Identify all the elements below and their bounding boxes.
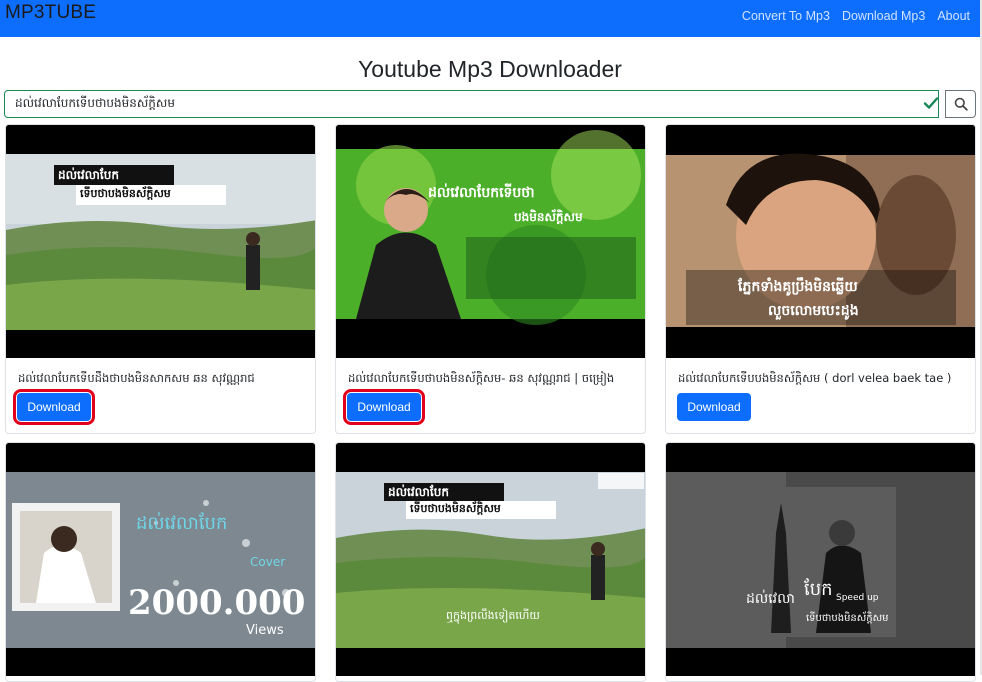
search-button[interactable]	[945, 90, 976, 118]
video-thumbnail[interactable]: ដល់វេលាបែកទើបថា បងមិនស័ក្ដិសម	[336, 125, 645, 358]
check-icon	[923, 97, 939, 109]
thumbnail-caption: ទើបថាបងមិនស័ក្ដិសម	[80, 187, 171, 200]
video-title: ដល់វេលាបែកទើបដឹងថាបងមិនសាកសម ឆន សុវណ្ណរា…	[18, 371, 255, 385]
video-card: ភ្នែកទាំងគូប្រឹងមិនឆ្លើយ លួចលោមបេះដូង ដល…	[665, 124, 976, 434]
video-card: ដល់វេលាបែក Cover 2000.000 Views	[5, 442, 316, 682]
nav-link-about[interactable]: About	[937, 9, 970, 23]
thumbnail-caption: ភ្នែកទាំងគូប្រឹងមិនឆ្លើយ	[738, 279, 858, 295]
navbar: MP3TUBE Convert To Mp3 Download Mp3 Abou…	[0, 0, 980, 37]
thumbnail-caption: ដល់វេលាបែក	[58, 168, 119, 182]
thumbnail-caption: បែក	[804, 579, 833, 600]
thumbnail-caption: បងមិនស័ក្ដិសម	[514, 210, 583, 224]
nav-links: Convert To Mp3 Download Mp3 About	[742, 9, 970, 23]
download-button[interactable]: Download	[677, 393, 751, 421]
thumbnail-caption: ដល់វេលាបែក	[388, 485, 449, 499]
video-card: ដល់វេលា បែក Speed up ទើបថាបងមិនស័ក្ដិសម	[665, 442, 976, 682]
thumbnail-caption: ដល់វេលាបែក	[136, 513, 228, 534]
thumbnail-caption: លួចលោមបេះដូង	[768, 303, 859, 319]
video-title: ដល់វេលាបែកទើបថាបងមិនស័ក្ដិសម- ឆន សុវណ្ណរ…	[348, 371, 615, 385]
thumbnail-caption: Views	[246, 623, 284, 638]
thumbnail-caption: ទើបថាបងមិនស័ក្ដិសម	[806, 613, 889, 624]
video-thumbnail[interactable]: ដល់វេលាបែក ទើបថាបងមិនស័ក្ដិសម	[6, 125, 315, 358]
page-title: Youtube Mp3 Downloader	[358, 56, 622, 82]
download-button[interactable]: Download	[13, 389, 95, 425]
thumbnail-caption: 2000.000	[128, 583, 306, 623]
video-card: ដល់វេលាបែកទើបថា បងមិនស័ក្ដិសម ដល់វេលាបែក…	[335, 124, 646, 434]
video-thumbnail[interactable]: ភ្នែកទាំងគូប្រឹងមិនឆ្លើយ លួចលោមបេះដូង	[666, 125, 975, 358]
search-input[interactable]	[4, 90, 939, 118]
nav-link-convert-to-mp3[interactable]: Convert To Mp3	[742, 9, 830, 23]
video-card: ដល់វេលាបែក ទើបថាបងមិនស័ក្ដិសម ឮក្នុងព្រល…	[335, 442, 646, 682]
thumbnail-caption: ដល់វេលា	[746, 591, 795, 607]
thumbnail-caption: ដល់វេលាបែកទើបថា	[428, 185, 535, 201]
nav-link-download-mp3[interactable]: Download Mp3	[842, 9, 925, 23]
thumbnail-caption: Speed up	[836, 593, 879, 603]
search-icon	[954, 97, 968, 111]
thumbnail-image	[336, 443, 645, 676]
thumbnail-image	[6, 125, 315, 358]
brand-logo[interactable]: MP3TUBE	[5, 2, 96, 24]
thumbnail-caption: ទើបថាបងមិនស័ក្ដិសម	[410, 502, 501, 515]
thumbnail-image	[666, 443, 975, 676]
thumbnail-caption: ឮក្នុងព្រលឹងទៀតហើយ	[446, 609, 540, 622]
video-thumbnail[interactable]: ដល់វេលាបែក ទើបថាបងមិនស័ក្ដិសម ឮក្នុងព្រល…	[336, 443, 645, 676]
thumbnail-caption: Cover	[250, 555, 286, 569]
download-button[interactable]: Download	[343, 389, 425, 425]
video-title: ដល់វេលាបែកទើបបងមិនស័ក្ដិសម ( dorl velea …	[678, 371, 952, 385]
video-card: ដល់វេលាបែក ទើបថាបងមិនស័ក្ដិសម ដល់វេលាបែក…	[5, 124, 316, 434]
thumbnail-image	[666, 125, 975, 358]
search-bar	[4, 90, 976, 118]
video-thumbnail[interactable]: ដល់វេលា បែក Speed up ទើបថាបងមិនស័ក្ដិសម	[666, 443, 975, 676]
thumbnail-image	[336, 125, 645, 358]
video-thumbnail[interactable]: ដល់វេលាបែក Cover 2000.000 Views	[6, 443, 315, 676]
